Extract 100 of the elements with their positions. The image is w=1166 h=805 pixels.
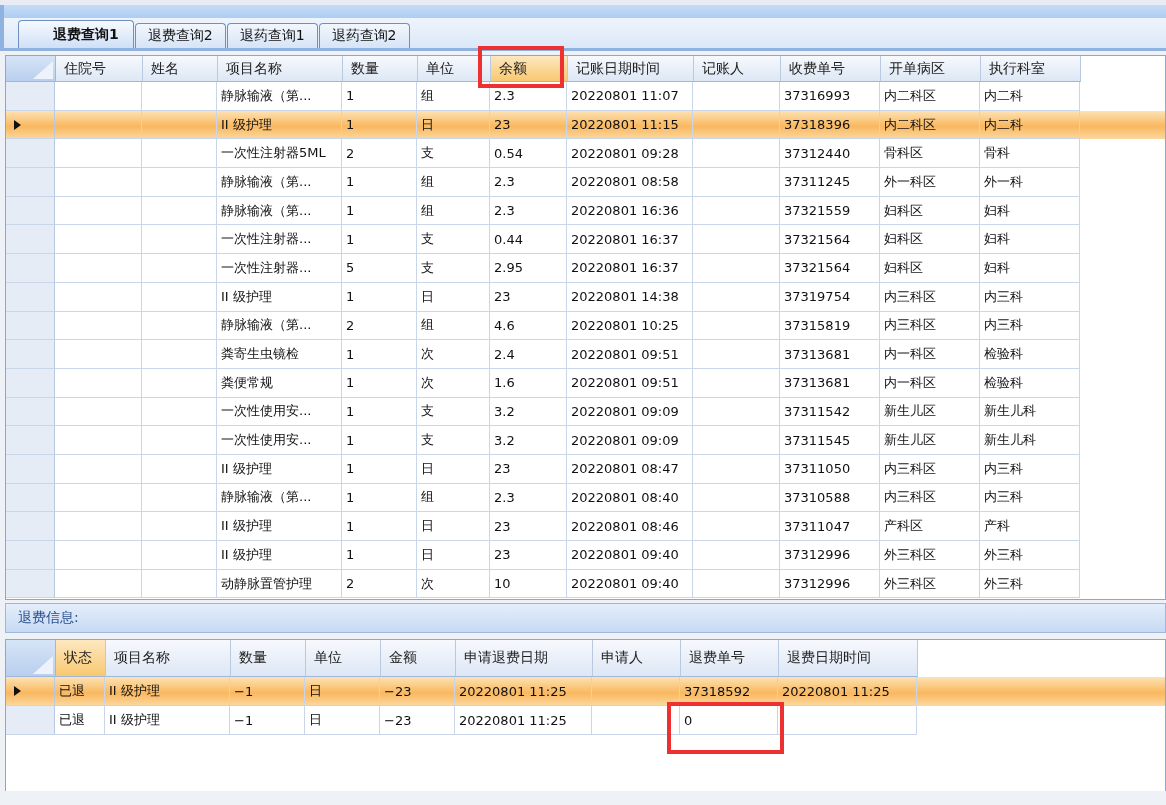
- table-cell: 静脉输液（第...: [221, 488, 312, 507]
- table-cell: 新生儿科: [984, 431, 1036, 450]
- table-cell: 37321564: [784, 231, 851, 247]
- row-pointer-icon: [14, 686, 21, 696]
- table-cell: −1: [234, 683, 254, 699]
- table-cell: 3.2: [494, 403, 515, 419]
- column-header[interactable]: 开单病区: [881, 56, 981, 82]
- column-header[interactable]: 项目名称: [218, 56, 343, 82]
- column-header[interactable]: 项目名称: [106, 640, 231, 677]
- table-cell: 动静脉置管护理: [221, 574, 312, 593]
- table-row[interactable]: II 级护理 1 日 23 20220801 08:46 37311047 产科区 产科: [6, 512, 1165, 541]
- corner-header[interactable]: [6, 640, 56, 677]
- table-row[interactable]: 一次性注射器... 1 支 0.44 20220801 16:37 37321564 妇科区 妇科: [6, 225, 1165, 255]
- column-header[interactable]: 执行科室: [981, 56, 1081, 82]
- table-row[interactable]: 已退 II 级护理 −1 日 −23 20220801 11:25 37318592 20220801 11:25: [6, 677, 1165, 706]
- table-cell: 支: [421, 258, 434, 277]
- column-header[interactable]: 姓名: [143, 56, 218, 82]
- column-header[interactable]: 金额: [381, 640, 456, 677]
- table-row[interactable]: 静脉输液（第... 1 组 2.3 20220801 08:40 37310588 内三科区 内三科: [6, 483, 1165, 513]
- table-row[interactable]: 一次性注射器5ML 2 支 0.54 20220801 09:28 37312440 骨科区 骨科: [6, 139, 1165, 169]
- column-header[interactable]: 退费日期时间: [779, 640, 918, 677]
- table-cell: 20220801 08:58: [571, 174, 679, 190]
- row-pointer-icon: [14, 119, 21, 130]
- table-cell: 37321559: [784, 203, 851, 219]
- table-cell: 37311050: [784, 461, 851, 477]
- column-header[interactable]: 申请退费日期: [456, 640, 593, 677]
- table-row[interactable]: 粪寄生虫镜检 1 次 2.4 20220801 09:51 37313681 内一科区 检验科: [6, 340, 1165, 369]
- column-header[interactable]: 余额: [491, 56, 568, 82]
- table-cell: 次: [421, 373, 434, 392]
- table-cell: −23: [384, 683, 412, 699]
- table-cell: 已退: [59, 711, 85, 729]
- table-row[interactable]: 静脉输液（第... 1 组 2.3 20220801 11:07 37316993 内二科区 内二科: [6, 82, 1165, 111]
- table-row[interactable]: 动静脉置管护理 2 次 10 20220801 09:40 37312996 外三科区 外三科: [6, 569, 1165, 599]
- table-cell: 次: [421, 574, 434, 593]
- table-cell: 23: [494, 289, 511, 305]
- table-cell: 组: [421, 488, 434, 507]
- column-header[interactable]: 退费单号: [681, 640, 779, 677]
- column-header[interactable]: 数量: [231, 640, 306, 677]
- table-cell: 20220801 09:40: [571, 576, 679, 592]
- table-cell: 内三科: [984, 287, 1023, 306]
- table-cell: 内二科: [984, 115, 1023, 134]
- table-cell: II 级护理: [221, 517, 272, 536]
- table-row[interactable]: 粪便常规 1 次 1.6 20220801 09:51 37313681 内一科区 检验科: [6, 368, 1165, 398]
- table-cell: 检验科: [984, 373, 1023, 392]
- table-cell: 新生儿科: [984, 402, 1036, 421]
- tab[interactable]: 退费查询1: [18, 20, 134, 48]
- table-cell: 产科区: [884, 517, 923, 536]
- table-cell: 检验科: [984, 345, 1023, 364]
- tab[interactable]: 退药查询2: [318, 23, 410, 48]
- table-row[interactable]: 一次性使用安... 1 支 3.2 20220801 09:09 37311545 新生儿区 新生儿科: [6, 426, 1165, 455]
- column-header[interactable]: 数量: [343, 56, 418, 82]
- tab[interactable]: 退药查询1: [226, 23, 318, 48]
- table-cell: 20220801 16:36: [571, 203, 679, 219]
- table-cell: 2.95: [494, 260, 523, 276]
- column-header[interactable]: 单位: [418, 56, 491, 82]
- table-cell: 妇科区: [884, 230, 923, 249]
- tab[interactable]: 退费查询2: [134, 23, 226, 48]
- table-cell: 一次性使用安...: [221, 402, 312, 421]
- column-header[interactable]: 状态: [56, 640, 106, 677]
- table-cell: 1.6: [494, 375, 515, 391]
- table-cell: 已退: [59, 682, 85, 700]
- table-row[interactable]: 静脉输液（第... 2 组 4.6 20220801 10:25 37315819 内三科区 内三科: [6, 311, 1165, 341]
- column-header[interactable]: 申请人: [593, 640, 681, 677]
- table-cell: 1: [346, 489, 355, 505]
- table-row[interactable]: 一次性使用安... 1 支 3.2 20220801 09:09 37311542 新生儿区 新生儿科: [6, 397, 1165, 427]
- table-cell: 37311245: [784, 174, 851, 190]
- corner-icon: [33, 656, 53, 674]
- table-row[interactable]: II 级护理 1 日 23 20220801 09:40 37312996 外三科区 外三科: [6, 541, 1165, 570]
- table-cell: 37311542: [784, 403, 851, 419]
- table-cell: 37310588: [784, 489, 851, 505]
- table-cell: 20220801 10:25: [571, 317, 679, 333]
- table-cell: 10: [494, 576, 511, 592]
- table-row[interactable]: II 级护理 1 日 23 20220801 14:38 37319754 内三科区 内三科: [6, 282, 1165, 312]
- table-cell: 37311047: [784, 518, 851, 534]
- table-row[interactable]: 静脉输液（第... 1 组 2.3 20220801 08:58 37311245 外一科区 外一科: [6, 168, 1165, 197]
- column-header[interactable]: 记账人: [694, 56, 781, 82]
- table-row[interactable]: 已退 II 级护理 −1 日 −23 20220801 11:25 0: [6, 706, 1165, 735]
- table-cell: 产科: [984, 517, 1010, 536]
- table-cell: 日: [421, 115, 434, 134]
- table-cell: 外一科: [984, 172, 1023, 191]
- table-cell: 37313681: [784, 375, 851, 391]
- table-cell: 内二科区: [884, 86, 936, 105]
- table-cell: 2.3: [494, 88, 515, 104]
- column-header[interactable]: 记账日期时间: [568, 56, 694, 82]
- table-cell: 日: [309, 711, 322, 729]
- table-cell: 日: [421, 459, 434, 478]
- table-cell: 2.3: [494, 174, 515, 190]
- table-cell: 一次性注射器...: [221, 230, 312, 249]
- table-cell: 20220801 16:37: [571, 260, 679, 276]
- table-row[interactable]: 静脉输液（第... 1 组 2.3 20220801 16:36 37321559 妇科区 妇科: [6, 196, 1165, 226]
- table-cell: 37319754: [784, 289, 851, 305]
- table-cell: 组: [421, 86, 434, 105]
- table-cell: −23: [384, 712, 412, 728]
- column-header[interactable]: 单位: [306, 640, 381, 677]
- table-row[interactable]: II 级护理 1 日 23 20220801 08:47 37311050 内三科区 内三科: [6, 454, 1165, 484]
- column-header[interactable]: 住院号: [56, 56, 143, 82]
- corner-header[interactable]: [6, 56, 56, 82]
- table-row[interactable]: 一次性注射器... 5 支 2.95 20220801 16:37 37321564 妇科区 妇科: [6, 254, 1165, 283]
- column-header[interactable]: 收费单号: [781, 56, 881, 82]
- table-row[interactable]: II 级护理 1 日 23 20220801 11:15 37318396 内二科区 内二科: [6, 110, 1165, 140]
